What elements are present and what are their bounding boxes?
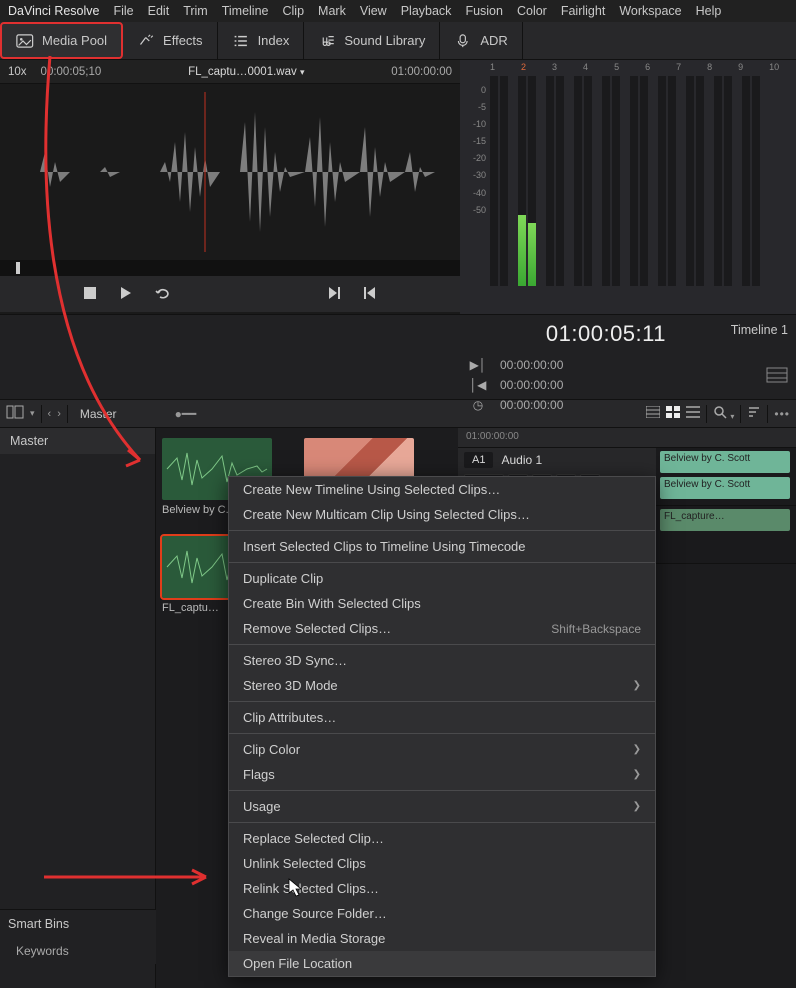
menu-item-create-bin-with-selected-clips[interactable]: Create Bin With Selected Clips	[229, 591, 655, 616]
timeline-clip[interactable]: FL_capture…	[660, 509, 790, 531]
menu-help[interactable]: Help	[696, 4, 722, 18]
smart-bins-header[interactable]: Smart Bins	[0, 909, 156, 938]
tc-row[interactable]: │◀00:00:00:00	[460, 375, 573, 395]
menu-item-clip-color[interactable]: Clip Color❯	[229, 737, 655, 762]
adr-label: ADR	[480, 33, 507, 48]
menu-trim[interactable]: Trim	[183, 4, 208, 18]
bin-list: Master	[0, 428, 156, 988]
menu-item-clip-attributes[interactable]: Clip Attributes…	[229, 705, 655, 730]
menu-item-unlink-selected-clips[interactable]: Unlink Selected Clips	[229, 851, 655, 876]
menu-item-stereo-d-sync[interactable]: Stereo 3D Sync…	[229, 648, 655, 673]
metadata-view-icon[interactable]	[646, 406, 660, 421]
menu-fusion[interactable]: Fusion	[465, 4, 503, 18]
annotation-arrow-1	[30, 52, 170, 482]
sound-library-button[interactable]: Sound Library	[304, 22, 440, 59]
menu-item-flags[interactable]: Flags❯	[229, 762, 655, 787]
menu-item-reveal-in-media-storage[interactable]: Reveal in Media Storage	[229, 926, 655, 951]
track-lane[interactable]: Belview by C. Scott Belview by C. Scott	[656, 448, 796, 505]
menu-playback[interactable]: Playback	[401, 4, 452, 18]
timeline-clip[interactable]: Belview by C. Scott	[660, 451, 790, 473]
search-icon[interactable]: ▾	[713, 405, 734, 422]
menu-davinci-resolve[interactable]: DaVinci Resolve	[8, 4, 99, 18]
menu-item-create-new-timeline-using-selected-clips[interactable]: Create New Timeline Using Selected Clips…	[229, 477, 655, 502]
index-button[interactable]: Index	[218, 22, 305, 59]
adr-button[interactable]: ADR	[440, 22, 522, 59]
viewer-zoom[interactable]: 10x	[8, 66, 27, 78]
timeline-name[interactable]: Timeline 1	[704, 323, 788, 337]
cursor-icon	[288, 878, 304, 898]
menu-item-insert-selected-clips-to-timeline-using-timecode[interactable]: Insert Selected Clips to Timeline Using …	[229, 534, 655, 559]
sort-icon[interactable]	[747, 406, 761, 421]
menu-item-remove-selected-clips[interactable]: Remove Selected Clips…Shift+Backspace	[229, 616, 655, 641]
thumbnail-view-icon[interactable]	[666, 406, 680, 421]
track-lane[interactable]: FL_capture…	[656, 506, 796, 563]
prev-button[interactable]	[363, 286, 377, 303]
menu-mark[interactable]: Mark	[318, 4, 346, 18]
viewer-tc-right: 01:00:00:00	[391, 66, 452, 78]
media-pool-icon	[16, 34, 34, 48]
menu-item-create-new-multicam-clip-using-selected-clips[interactable]: Create New Multicam Clip Using Selected …	[229, 502, 655, 527]
menu-workspace[interactable]: Workspace	[619, 4, 681, 18]
next-button[interactable]	[327, 286, 341, 303]
menu-view[interactable]: View	[360, 4, 387, 18]
media-pool-label: Media Pool	[42, 33, 107, 48]
smart-bin-keywords[interactable]: Keywords	[0, 938, 156, 964]
index-label: Index	[258, 33, 290, 48]
smart-bins-panel: Smart Bins Keywords	[0, 909, 156, 964]
mic-icon	[454, 34, 472, 48]
tc-row[interactable]: ◷00:00:00:00	[460, 395, 573, 415]
menu-item-duplicate-clip[interactable]: Duplicate Clip	[229, 566, 655, 591]
menu-item-replace-selected-clip[interactable]: Replace Selected Clip…	[229, 826, 655, 851]
options-icon[interactable]: •••	[774, 407, 790, 421]
context-menu: Create New Timeline Using Selected Clips…	[228, 476, 656, 977]
audio-meters: 0-5-10-15-20-30-40-50 12345678910	[460, 60, 796, 314]
menu-item-change-source-folder[interactable]: Change Source Folder…	[229, 901, 655, 926]
bin-view-icon[interactable]	[6, 405, 24, 422]
sound-library-icon	[318, 34, 336, 48]
menu-item-usage[interactable]: Usage❯	[229, 794, 655, 819]
menu-bar: DaVinci Resolve File Edit Trim Timeline Clip M…	[0, 0, 796, 22]
menu-clip[interactable]: Clip	[283, 4, 305, 18]
timeline-view-icon[interactable]	[704, 367, 788, 386]
timeline-ruler[interactable]: 01:00:00:00	[458, 428, 796, 448]
effects-icon	[137, 34, 155, 48]
effects-label: Effects	[163, 33, 203, 48]
menu-file[interactable]: File	[113, 4, 133, 18]
annotation-arrow-2	[40, 866, 220, 888]
sound-library-label: Sound Library	[344, 33, 425, 48]
slider-icon[interactable]: ●━━	[175, 407, 197, 421]
list-view-icon[interactable]	[686, 406, 700, 421]
master-timecode: 01:00:05:11	[460, 315, 680, 353]
tc-row[interactable]: ▶│00:00:00:00	[460, 355, 573, 375]
menu-item-stereo-d-mode[interactable]: Stereo 3D Mode❯	[229, 673, 655, 698]
menu-timeline[interactable]: Timeline	[222, 4, 269, 18]
menu-fairlight[interactable]: Fairlight	[561, 4, 605, 18]
menu-color[interactable]: Color	[517, 4, 547, 18]
index-icon	[232, 34, 250, 48]
timeline-clip[interactable]: Belview by C. Scott	[660, 477, 790, 499]
menu-edit[interactable]: Edit	[148, 4, 170, 18]
